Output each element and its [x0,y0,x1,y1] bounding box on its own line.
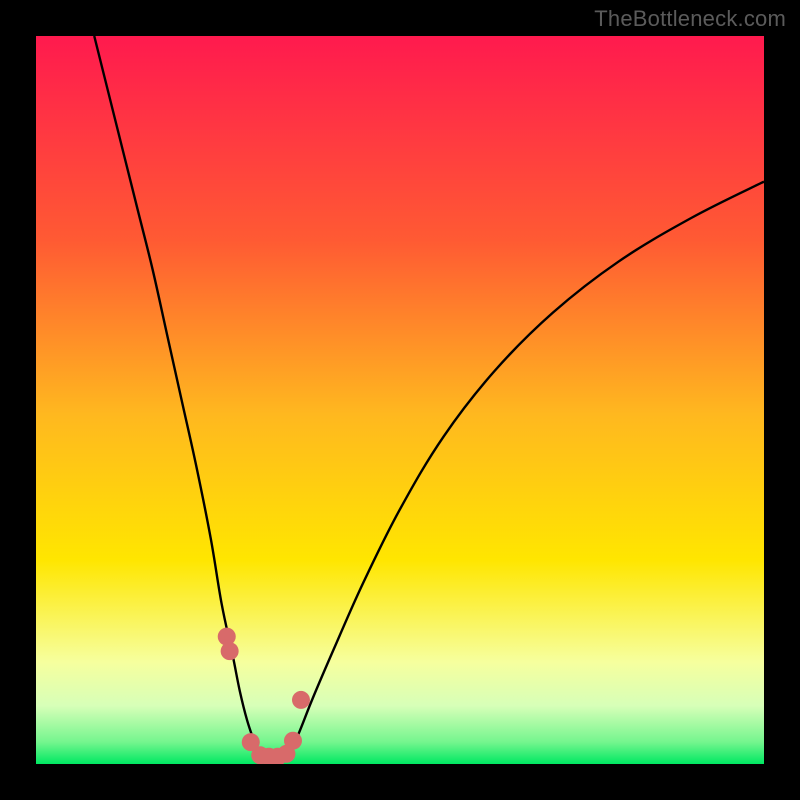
curve-right-branch [287,182,764,757]
valley-marker [284,732,302,750]
watermark-text: TheBottleneck.com [594,6,786,32]
valley-marker [221,642,239,660]
valley-markers [218,628,310,764]
plot-area [36,36,764,764]
chart-frame: TheBottleneck.com [0,0,800,800]
valley-marker [292,691,310,709]
plot-curves [36,36,764,764]
